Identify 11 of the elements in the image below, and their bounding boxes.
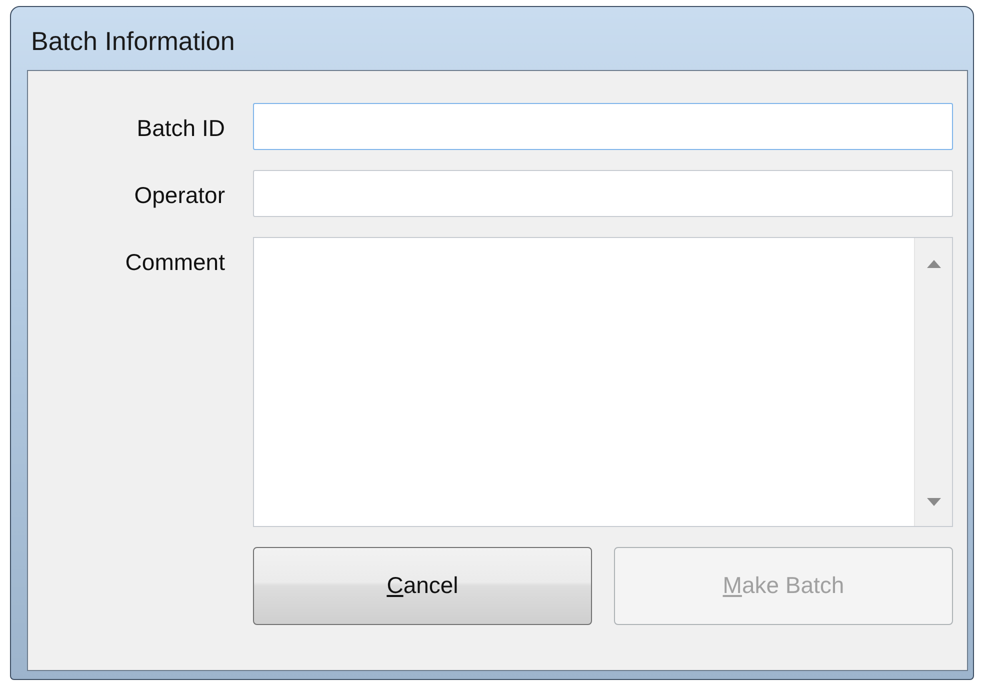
text-field[interactable] — [253, 102, 953, 150]
scroll-up-icon[interactable] — [926, 260, 940, 268]
field-label: Comment — [124, 248, 225, 277]
window-title: Batch Information — [30, 25, 236, 58]
dialog-button[interactable]: Cancel — [253, 546, 592, 625]
comment-field[interactable] — [253, 236, 953, 527]
scrollbar[interactable] — [914, 238, 952, 526]
scroll-down-icon[interactable] — [926, 498, 940, 506]
text-field[interactable] — [253, 170, 953, 217]
field-label: Operator — [133, 180, 225, 210]
field-label: Batch ID — [136, 114, 225, 143]
